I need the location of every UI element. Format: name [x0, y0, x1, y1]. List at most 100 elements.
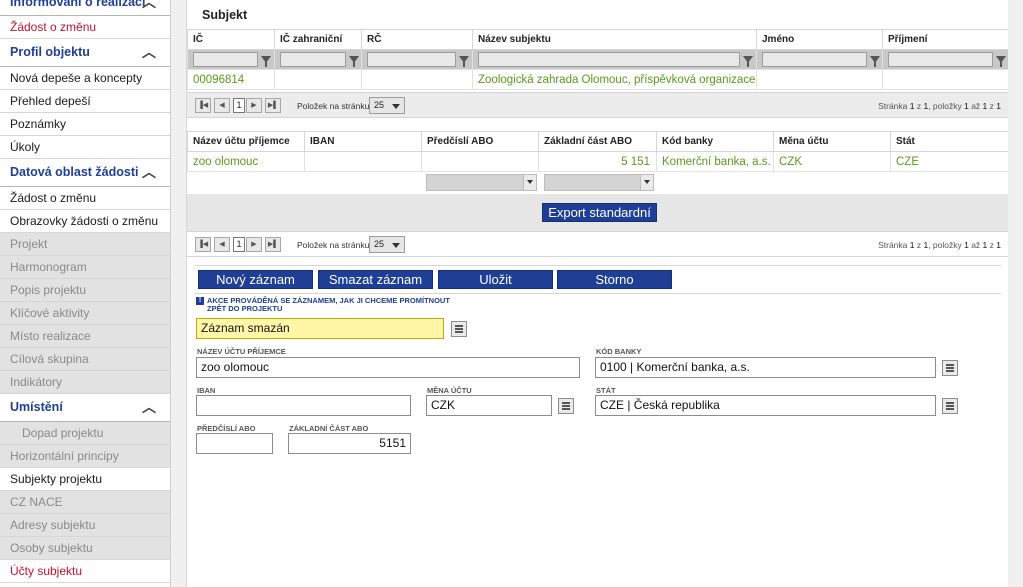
sidebar-item[interactable]: Žádost o změnu: [0, 16, 170, 39]
page-number-input[interactable]: 1: [233, 237, 245, 252]
sidebar-item[interactable]: Informování o realizaci ︿: [0, 0, 170, 16]
col-base-abo[interactable]: Základní část ABO: [538, 131, 657, 152]
filter-icon[interactable]: [743, 56, 753, 67]
cancel-button[interactable]: Storno: [557, 270, 672, 289]
filter-icon[interactable]: [996, 56, 1006, 67]
prefix-abo-field[interactable]: [196, 433, 273, 454]
chevron-up-icon[interactable]: ︿: [142, 159, 156, 186]
sidebar-item[interactable]: Projekt: [0, 233, 170, 256]
cell-currency[interactable]: CZK: [773, 151, 891, 172]
sidebar-item[interactable]: Datová oblast žádosti ︿: [0, 159, 170, 187]
cell-iban[interactable]: [304, 151, 422, 172]
table-row[interactable]: 00096814 Zoologická zahrada Olomouc, pří…: [187, 69, 1010, 90]
col-account-name[interactable]: Název účtu příjemce: [187, 131, 305, 152]
per-page-select[interactable]: 25: [369, 236, 405, 253]
per-page-select[interactable]: 25: [369, 97, 405, 114]
country-field[interactable]: CZE | Česká republika: [595, 395, 936, 416]
sidebar-item[interactable]: Místo realizace: [0, 325, 170, 348]
base-abo-field[interactable]: 5151: [288, 433, 411, 454]
list-picker-icon[interactable]: [451, 321, 467, 337]
sidebar-item[interactable]: Dopad projektu: [0, 422, 170, 445]
col-subject-name[interactable]: Název subjektu: [472, 29, 757, 50]
col-prefix-abo[interactable]: Předčíslí ABO: [421, 131, 539, 152]
sidebar-item[interactable]: Adresy subjektu: [0, 514, 170, 537]
cell-bank-code[interactable]: Komerční banka, a.s.: [656, 151, 774, 172]
col-rc[interactable]: RČ: [361, 29, 473, 50]
sidebar-item[interactable]: Nová depeše a koncepty: [0, 67, 170, 90]
iban-field[interactable]: [196, 395, 411, 416]
col-ic-foreign[interactable]: IČ zahraniční: [274, 29, 362, 50]
currency-field[interactable]: CZK: [426, 395, 552, 416]
page-number-input[interactable]: 1: [233, 98, 245, 113]
cell-prefix-abo[interactable]: [421, 151, 539, 172]
sidebar-item[interactable]: Harmonogram: [0, 256, 170, 279]
save-button[interactable]: Uložit: [438, 270, 553, 289]
sidebar-item[interactable]: Obrazovky žádosti o změnu: [0, 210, 170, 233]
sidebar-item[interactable]: Umístění ︿: [0, 394, 170, 422]
list-picker-icon[interactable]: [942, 398, 958, 414]
account-name-field[interactable]: zoo olomouc: [196, 357, 580, 378]
prev-page-icon[interactable]: ◀: [214, 237, 230, 252]
next-page-icon[interactable]: ▶: [246, 98, 262, 113]
filter-icon[interactable]: [349, 56, 359, 67]
sidebar-item[interactable]: Účty subjektu: [0, 560, 170, 583]
col-surname[interactable]: Příjmení: [882, 29, 1010, 50]
cell-subject-name[interactable]: Zoologická zahrada Olomouc, příspěvková …: [472, 69, 757, 90]
sidebar-item[interactable]: CZ NACE: [0, 491, 170, 514]
list-picker-icon[interactable]: [558, 398, 574, 414]
last-page-icon[interactable]: ▶▌: [265, 98, 281, 113]
filter-icon[interactable]: [870, 56, 880, 67]
col-iban[interactable]: IBAN: [304, 131, 422, 152]
sidebar-item[interactable]: Indikátory: [0, 371, 170, 394]
bank-code-field[interactable]: 0100 | Komerční banka, a.s.: [595, 357, 936, 378]
chevron-up-icon[interactable]: ︿: [142, 394, 156, 421]
filter-icon[interactable]: [261, 56, 271, 67]
sidebar-item[interactable]: Poznámky: [0, 113, 170, 136]
horizontal-scroll[interactable]: [544, 174, 654, 191]
chevron-up-icon[interactable]: ︿: [142, 0, 156, 9]
sidebar-item[interactable]: Cílová skupina: [0, 348, 170, 371]
sidebar-item[interactable]: Horizontální principy: [0, 445, 170, 468]
filter-input[interactable]: [193, 52, 258, 67]
col-bank-code[interactable]: Kód banky: [656, 131, 774, 152]
chevron-down-icon[interactable]: [640, 175, 653, 190]
col-currency[interactable]: Měna účtu: [773, 131, 891, 152]
sidebar-item[interactable]: Osoby subjektu: [0, 537, 170, 560]
cell-account-name[interactable]: zoo olomouc: [187, 151, 305, 172]
cell-rc[interactable]: [361, 69, 473, 90]
delete-record-button[interactable]: Smazat záznam: [318, 270, 433, 289]
cell-base-abo[interactable]: 5 151: [538, 151, 657, 172]
sidebar-item[interactable]: Klíčové aktivity: [0, 302, 170, 325]
chevron-down-icon[interactable]: [523, 175, 536, 190]
filter-input[interactable]: [367, 52, 456, 67]
first-page-icon[interactable]: ▐◀: [195, 98, 211, 113]
filter-input[interactable]: [888, 52, 993, 67]
next-page-icon[interactable]: ▶: [246, 237, 262, 252]
sidebar-item[interactable]: Subjekty projektu: [0, 468, 170, 491]
sidebar-item[interactable]: Popis projektu: [0, 279, 170, 302]
cell-country[interactable]: CZE: [890, 151, 1010, 172]
prev-page-icon[interactable]: ◀: [214, 98, 230, 113]
col-ic[interactable]: IČ: [187, 29, 275, 50]
filter-icon[interactable]: [459, 56, 469, 67]
last-page-icon[interactable]: ▶▌: [265, 237, 281, 252]
col-first-name[interactable]: Jméno: [756, 29, 883, 50]
cell-ic[interactable]: 00096814: [187, 69, 275, 90]
table-row[interactable]: zoo olomouc 5 151 Komerční banka, a.s. C…: [187, 151, 1010, 172]
export-button[interactable]: Export standardní: [542, 203, 657, 222]
sidebar-item[interactable]: Přehled depeší: [0, 90, 170, 113]
record-action-field[interactable]: Záznam smazán: [196, 318, 444, 339]
first-page-icon[interactable]: ▐◀: [195, 237, 211, 252]
chevron-up-icon[interactable]: ︿: [142, 39, 156, 66]
horizontal-scroll[interactable]: [426, 174, 537, 191]
new-record-button[interactable]: Nový záznam: [198, 270, 313, 289]
sidebar-item[interactable]: Profil objektu ︿: [0, 39, 170, 67]
col-country[interactable]: Stát: [890, 131, 1010, 152]
cell-surname[interactable]: [882, 69, 1010, 90]
filter-input[interactable]: [280, 52, 346, 67]
filter-input[interactable]: [762, 52, 867, 67]
list-picker-icon[interactable]: [942, 360, 958, 376]
sidebar-item[interactable]: Úkoly: [0, 136, 170, 159]
cell-ic-foreign[interactable]: [274, 69, 362, 90]
cell-first-name[interactable]: [756, 69, 883, 90]
